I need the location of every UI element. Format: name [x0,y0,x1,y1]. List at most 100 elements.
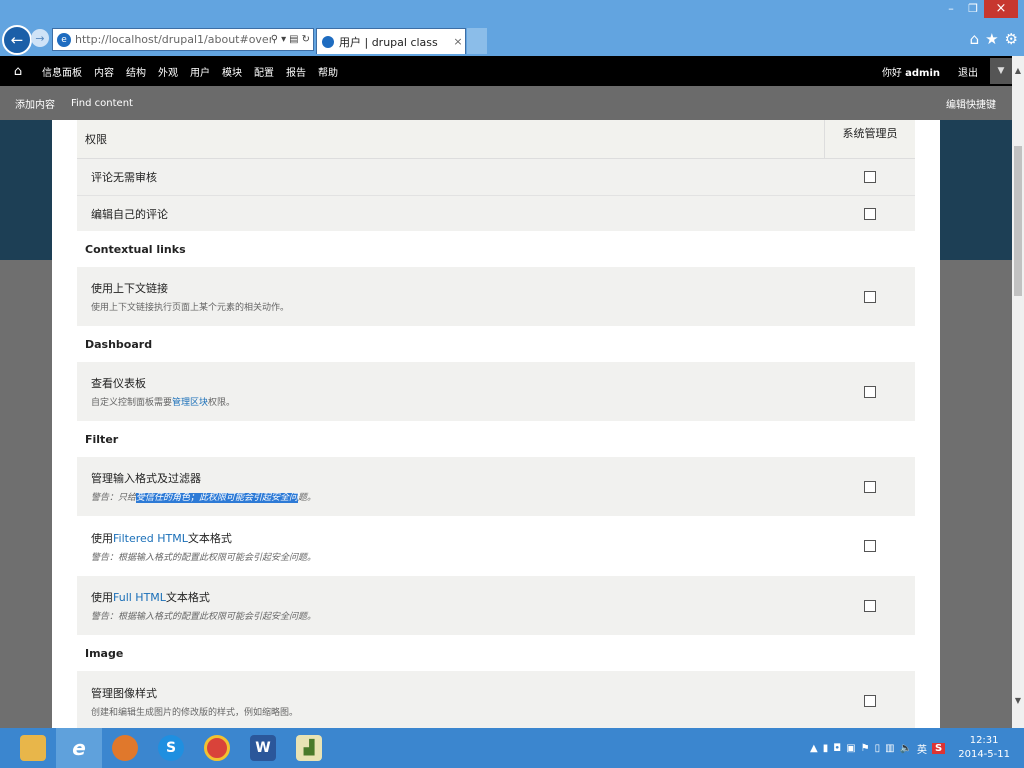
search-icon[interactable]: ⚲ [271,34,278,45]
module-title: Dashboard [85,337,153,351]
dropdown-icon[interactable]: ▾ [281,34,286,45]
manage-blocks-link[interactable]: 管理区块 [172,398,208,408]
tab-title: 用户 | drupal class [339,35,438,49]
permission-title: 查看仪表板 [91,377,146,390]
taskbar-word[interactable]: W [240,728,286,768]
battery-icon[interactable]: ▯ [875,743,881,754]
window-controls: – ❐ × [940,0,1018,20]
tab-user-drupal[interactable]: 用户 | drupal class × [316,28,466,54]
forward-button[interactable]: → [31,29,49,47]
browser-chrome: – ❐ × ← → e http://localhost/drupal1/abo… [0,0,1024,56]
module-title: Image [85,646,124,660]
minimize-button[interactable]: – [940,0,962,18]
folder-icon [20,735,46,761]
overlay-panel: 权限 系统管理员 评论无需审核 编辑自己的评论 Contextual links… [52,120,940,728]
ime-indicator[interactable]: 英 [917,741,927,756]
module-title: Filter [85,432,119,446]
scroll-up-icon[interactable]: ▲ [1012,66,1024,80]
module-heading: Contextual links [77,231,915,267]
module-title: Contextual links [85,242,186,256]
close-window-button[interactable]: × [984,0,1018,18]
menu-item-reports[interactable]: 报告 [280,64,312,79]
ie-icon: e [72,736,86,760]
menu-item-content[interactable]: 内容 [88,64,120,79]
permission-description: 使用上下文链接执行页面上某个元素的相关动作。 [91,303,290,313]
full-html-link[interactable]: Full HTML [113,591,166,604]
refresh-icon[interactable]: ↻ [302,34,310,45]
settings-gear-icon[interactable]: ⚙ [1005,30,1018,48]
user-area: 你好 admin 退出 [882,64,984,79]
menu-item-structure[interactable]: 结构 [120,64,152,79]
home-icon[interactable]: ⌂ [970,30,980,48]
permissions-table: 权限 系统管理员 评论无需审核 编辑自己的评论 Contextual links… [77,120,915,728]
tray-app-icon[interactable]: ▣ [846,743,855,754]
ime-s-icon[interactable]: S [932,742,946,754]
permission-checkbox[interactable] [864,171,876,183]
permission-checkbox[interactable] [864,540,876,552]
permission-checkbox[interactable] [864,695,876,707]
username-link[interactable]: admin [905,68,940,79]
taskbar-firefox[interactable] [102,728,148,768]
shortcut-add-content[interactable]: 添加内容 [0,96,63,111]
desc-text: 自定义控制面板需要 [91,398,173,408]
edit-shortcuts-link[interactable]: 编辑快捷键 [946,96,1012,111]
permission-title: 编辑自己的评论 [91,207,168,221]
permission-checkbox[interactable] [864,599,876,612]
tray-app-icon[interactable]: ◘ [833,743,841,754]
menu-item-people[interactable]: 用户 [184,64,216,79]
chrome-icon [204,735,230,761]
taskbar-chart-app[interactable]: ▟ [286,728,332,768]
system-tray: ▲ ▮ ◘ ▣ ⚑ ▯ ▥ 🔈 英 S 12:31 2014-5-11 [810,734,1024,762]
permission-title: 使用Full HTML文本格式 [91,589,825,605]
taskbar-file-explorer[interactable] [10,728,56,768]
shortcut-find-content[interactable]: Find content [63,98,141,109]
table-row: 使用Filtered HTML文本格式 警告：根据输入格式的配置此权限可能会引起… [77,516,915,576]
filtered-html-link[interactable]: Filtered HTML [113,532,188,545]
compat-view-icon[interactable]: ▤ [289,34,298,45]
taskbar-clock[interactable]: 12:31 2014-5-11 [950,734,1018,762]
favorites-star-icon[interactable]: ★ [985,30,998,48]
back-button[interactable]: ← [2,25,32,55]
menu-item-dashboard[interactable]: 信息面板 [36,64,88,79]
permission-checkbox[interactable] [864,290,876,303]
tray-expand-icon[interactable]: ▲ [810,743,818,754]
table-row: 评论无需审核 [77,159,915,195]
module-heading: Dashboard [77,326,915,362]
permission-checkbox[interactable] [864,480,876,493]
address-url[interactable]: http://localhost/drupal1/about#overlay-c… [75,33,271,46]
permission-description: 创建和编辑生成图片的修改版的样式，例如缩略图。 [91,707,299,718]
address-bar[interactable]: e http://localhost/drupal1/about#overlay… [52,28,314,51]
permission-description: 警告：根据输入格式的配置此权限可能会引起安全问题。 [91,612,317,622]
permission-checkbox[interactable] [864,385,876,398]
title-text: 使用 [91,531,113,545]
logout-link[interactable]: 退出 [958,64,978,79]
volume-icon[interactable]: 🔈 [900,743,912,754]
flag-icon[interactable]: ⚑ [861,743,870,754]
new-tab-button[interactable] [467,28,487,54]
network-icon[interactable]: ▥ [885,743,894,754]
module-heading: Image [77,635,915,671]
ie-tab-icon [322,35,334,48]
arrow-right-icon: → [35,31,45,45]
permission-checkbox[interactable] [864,207,876,220]
menu-item-modules[interactable]: 模块 [216,64,248,79]
shortcuts-toggle[interactable]: ▼ [990,58,1012,84]
taskbar-chrome[interactable] [194,728,240,768]
home-icon[interactable]: ⌂ [0,64,36,79]
title-text: 使用 [91,591,113,604]
desc-text: 权限。 [208,398,236,408]
scroll-down-icon[interactable]: ▼ [1012,696,1024,710]
permission-description: 警告：根据输入格式的配置此权限可能会引起安全问题。 [91,552,317,563]
taskbar-skype-like[interactable]: S [148,728,194,768]
s-app-icon: S [158,735,184,761]
taskbar-internet-explorer[interactable]: e [56,728,102,768]
page-scrollbar[interactable]: ▲ ▼ [1012,56,1024,728]
menu-item-appearance[interactable]: 外观 [152,64,184,79]
scroll-thumb[interactable] [1014,146,1022,296]
restore-button[interactable]: ❐ [962,0,984,18]
tab-close-icon[interactable]: × [451,35,465,48]
tray-app-icon[interactable]: ▮ [823,743,829,754]
windows-taskbar: e S W ▟ ▲ ▮ ◘ ▣ ⚑ ▯ ▥ 🔈 英 S 12:31 2014-5… [0,728,1024,768]
menu-item-configuration[interactable]: 配置 [248,64,280,79]
menu-item-help[interactable]: 帮助 [312,64,344,79]
